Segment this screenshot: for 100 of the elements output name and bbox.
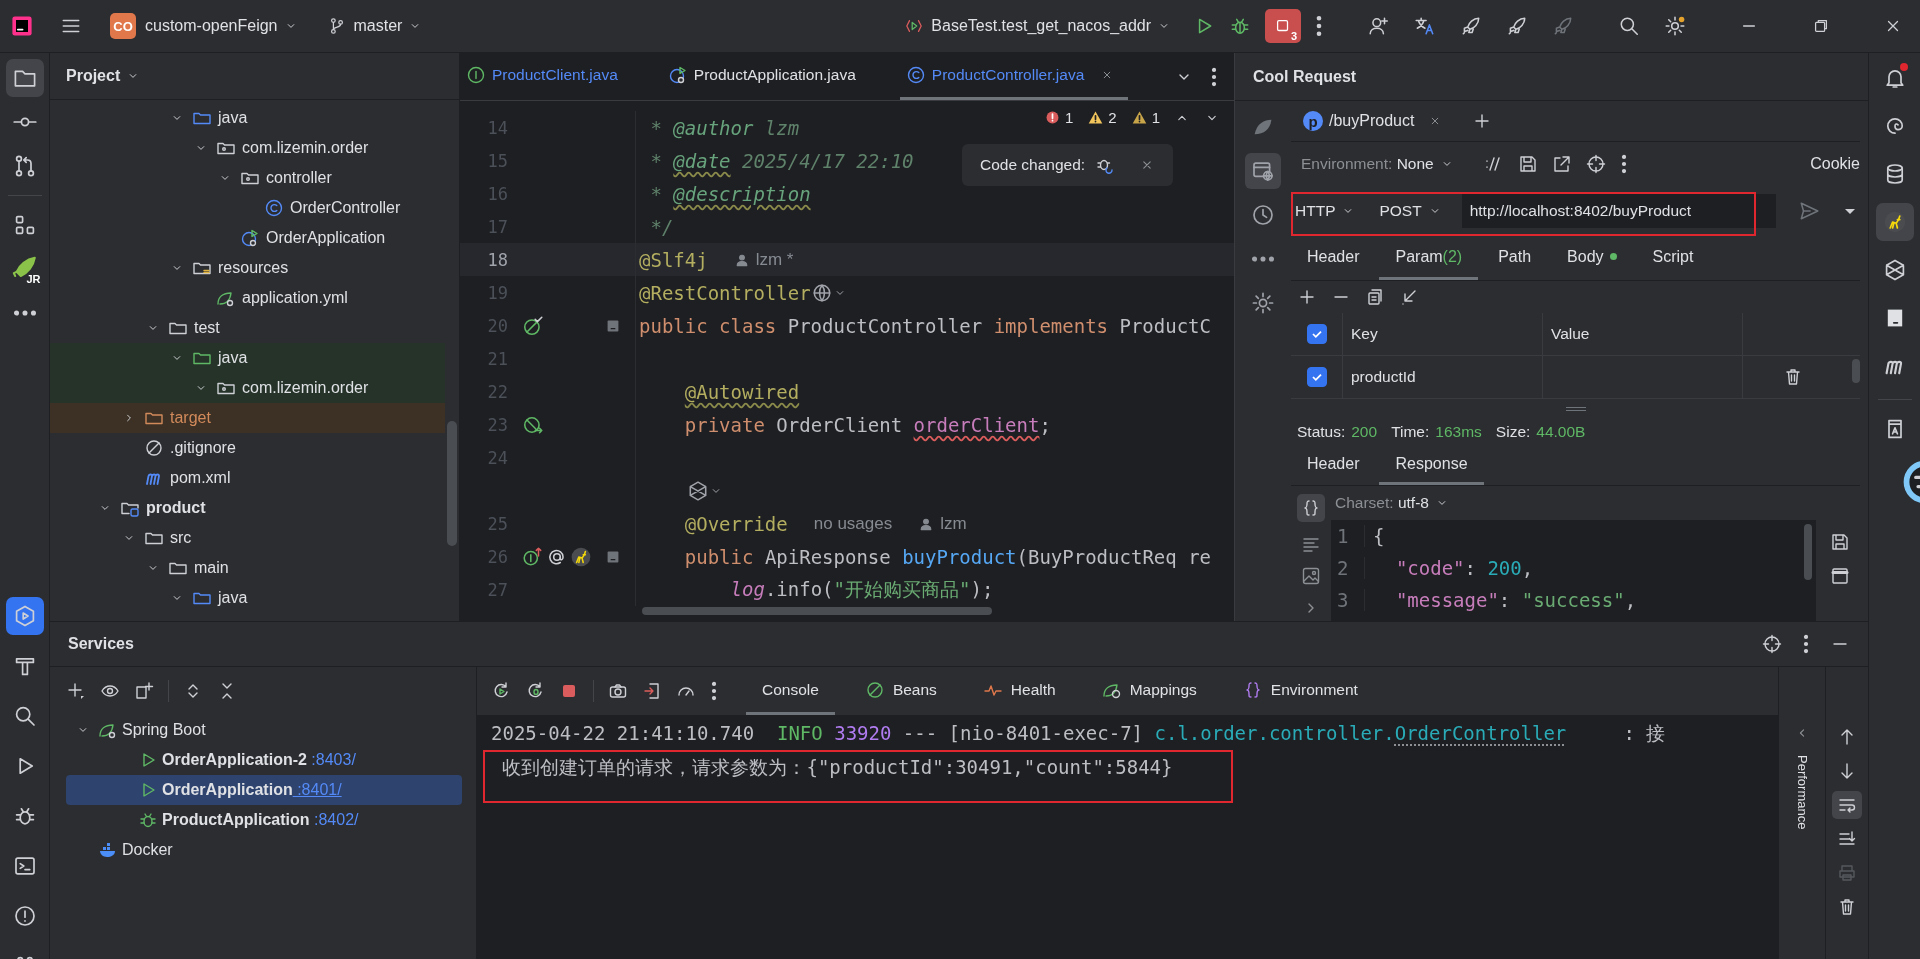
branch-selector[interactable]: master <box>319 9 431 43</box>
checkbox[interactable] <box>1306 324 1327 344</box>
service-item[interactable]: ProductApplication :8402/ <box>66 805 462 835</box>
author-hint[interactable]: lzm <box>918 513 967 534</box>
tree-item[interactable]: src <box>50 523 445 553</box>
crosshair-icon[interactable] <box>1762 634 1782 654</box>
table-cell[interactable]: productId <box>1351 368 1416 386</box>
tree-item[interactable]: com.lizemin.order <box>50 373 445 403</box>
rocket-icon[interactable] <box>1506 15 1528 37</box>
add-user-icon[interactable] <box>1368 15 1390 37</box>
add-icon[interactable] <box>66 681 86 701</box>
tree-item[interactable]: com.lizemin.order <box>50 133 445 163</box>
editor-tab[interactable]: ProductController.java <box>899 53 1129 100</box>
more-icon[interactable] <box>1619 154 1628 174</box>
stop-button[interactable]: 3 <box>1265 9 1302 43</box>
bean-icon[interactable] <box>522 314 544 337</box>
more-icon[interactable] <box>1210 66 1218 87</box>
author-hint[interactable]: lzm * <box>733 249 794 270</box>
protocol-selector[interactable]: HTTP <box>1295 202 1356 220</box>
camera-icon[interactable] <box>608 681 628 701</box>
tool-window-button[interactable] <box>5 597 44 635</box>
editor-tab[interactable]: ProductApplication.java <box>661 53 870 100</box>
braces-icon[interactable] <box>1301 498 1321 518</box>
settings-icon[interactable] <box>1664 15 1686 37</box>
tree-item[interactable]: java <box>50 583 445 613</box>
response-section-tab[interactable]: Header <box>1291 445 1376 485</box>
tree-item[interactable]: .gitignore <box>50 433 445 463</box>
side-tool-button[interactable] <box>1245 153 1281 189</box>
rocket-icon[interactable] <box>1460 15 1482 37</box>
request-section-tab[interactable]: Param(2) <box>1379 236 1479 280</box>
splitter-handle[interactable] <box>1565 407 1586 411</box>
save-icon[interactable] <box>1517 154 1538 174</box>
service-item[interactable]: OrderApplication-2 :8403/ <box>66 745 462 775</box>
tree-item[interactable]: product <box>50 493 445 523</box>
method-selector[interactable]: POST <box>1379 202 1442 220</box>
scrollbar-thumb[interactable] <box>447 421 457 546</box>
tree-item[interactable]: test <box>50 313 445 343</box>
window-icon[interactable] <box>1830 566 1850 586</box>
new-tab-icon[interactable] <box>134 681 154 701</box>
tool-window-button[interactable] <box>1875 203 1914 241</box>
tree-item[interactable]: java <box>50 103 445 133</box>
image-icon[interactable] <box>1301 566 1321 586</box>
console-tab[interactable]: Health <box>966 667 1072 715</box>
service-item[interactable]: OrderApplication :8401/ <box>66 775 462 805</box>
tree-item[interactable]: java <box>50 343 445 373</box>
charset-selector[interactable]: Charset: utf-8 <box>1335 494 1449 512</box>
service-item[interactable]: Spring Boot <box>66 715 462 745</box>
tree-item[interactable]: application.yml <box>50 283 445 313</box>
usages-hint[interactable]: no usages <box>813 513 893 534</box>
exit-icon[interactable] <box>642 681 662 701</box>
tree-item[interactable]: resources <box>50 253 445 283</box>
more-icon[interactable] <box>1315 15 1324 37</box>
warning-count[interactable]: 2 <box>1087 109 1117 126</box>
request-section-tab[interactable]: Body <box>1551 236 1633 280</box>
export-icon[interactable] <box>1551 154 1572 174</box>
copy-icon[interactable] <box>1365 287 1385 307</box>
tree-item[interactable]: target <box>50 403 445 433</box>
run-configuration-selector[interactable]: BaseTest.test_get_nacos_addr <box>897 9 1180 43</box>
response-section-tab[interactable]: Response <box>1379 445 1484 485</box>
console-tab[interactable]: Console <box>746 667 835 715</box>
checkbox[interactable] <box>1306 367 1327 387</box>
scrollbar-thumb[interactable] <box>642 607 992 615</box>
tree-item[interactable]: controller <box>50 163 445 193</box>
environment-selector[interactable]: Environment: None <box>1301 155 1454 173</box>
console-tab[interactable]: Environment <box>1226 667 1374 715</box>
crosshair-icon[interactable] <box>1585 154 1606 174</box>
console-tab[interactable]: Mappings <box>1085 667 1213 715</box>
console-tool-button[interactable] <box>1832 791 1862 819</box>
tree-item[interactable]: OrderController <box>50 193 445 223</box>
tree-item[interactable]: main <box>50 553 445 583</box>
request-section-tab[interactable]: Script <box>1636 236 1710 280</box>
cookie-button[interactable]: Cookie <box>1810 155 1860 173</box>
tool-window-button[interactable]: JR <box>5 250 44 288</box>
url-field[interactable]: http://localhost:8402/buyProduct <box>1461 194 1776 228</box>
add-icon[interactable] <box>1297 287 1317 307</box>
more-icon[interactable] <box>1802 634 1810 654</box>
console-tab[interactable]: Beans <box>848 667 953 715</box>
request-section-tab[interactable]: Header <box>1291 236 1376 280</box>
search-icon[interactable] <box>1618 15 1640 37</box>
delete-icon[interactable] <box>1783 367 1803 387</box>
error-count[interactable]: 1 <box>1043 109 1074 126</box>
project-selector[interactable]: CO custom-openFeign <box>102 9 306 43</box>
translate-icon[interactable] <box>1414 15 1436 37</box>
performance-tab[interactable]: Performance <box>1794 755 1810 830</box>
tree-item[interactable]: pom.xml <box>50 463 445 493</box>
monkey-icon[interactable] <box>570 545 592 568</box>
scrollbar-thumb[interactable] <box>1852 359 1860 383</box>
weak-warning-count[interactable]: 1 <box>1130 109 1160 126</box>
tool-window-button[interactable] <box>5 59 44 97</box>
save-icon[interactable] <box>1830 532 1850 552</box>
request-tab[interactable]: p /buyProduct <box>1303 111 1443 131</box>
editor-tab[interactable]: ProductClient.java <box>460 53 632 100</box>
restore-icon[interactable] <box>1812 17 1830 35</box>
request-section-tab[interactable]: Path <box>1482 236 1548 280</box>
scrollbar-thumb[interactable] <box>1804 524 1812 580</box>
more-icon[interactable] <box>710 681 718 701</box>
implements-icon[interactable] <box>522 545 544 568</box>
panel-title[interactable]: Project <box>66 67 141 85</box>
service-item[interactable]: Docker <box>66 835 462 865</box>
tree-item[interactable]: OrderApplication <box>50 223 445 253</box>
